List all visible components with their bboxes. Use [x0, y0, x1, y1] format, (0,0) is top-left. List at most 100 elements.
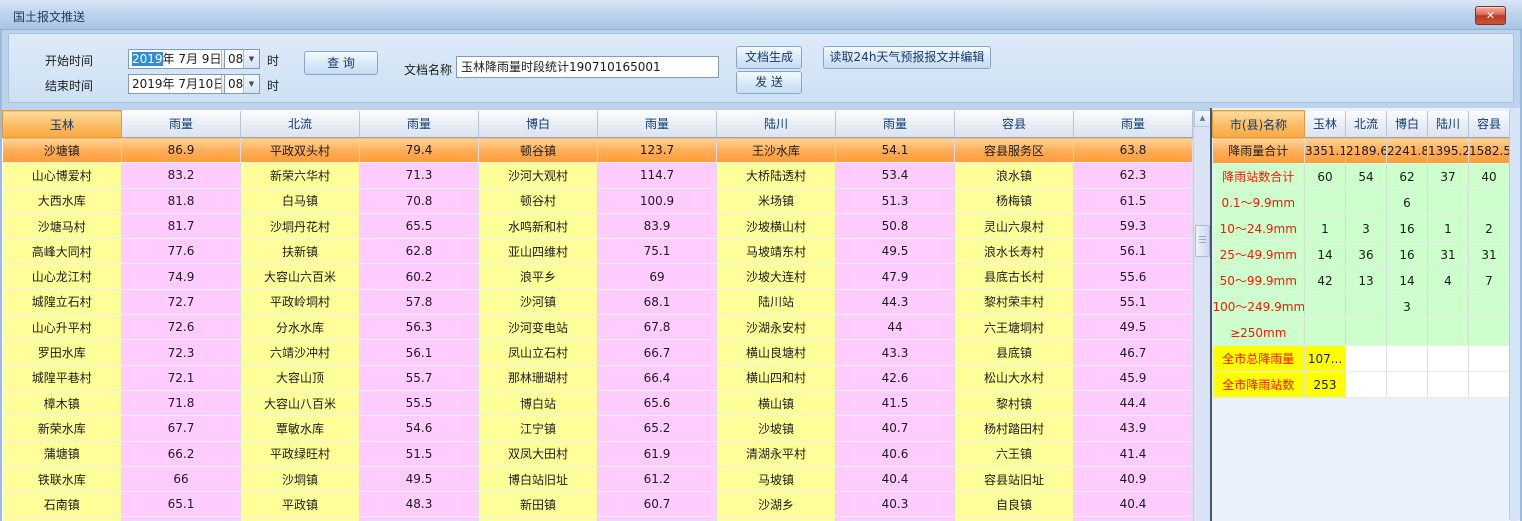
station-name-cell[interactable]: 那林珊瑚村 [479, 365, 598, 390]
rain-value-cell[interactable]: 40.4 [1074, 492, 1193, 517]
rain-value-cell[interactable]: 81.7 [122, 213, 241, 238]
station-name-cell[interactable]: 蒲塘镇 [3, 441, 122, 466]
read-forecast-button[interactable]: 读取24h天气预报报文并编辑 [823, 46, 991, 69]
station-name-cell[interactable]: 沙坡镇 [717, 416, 836, 441]
summary-value-cell[interactable]: 3 [1346, 216, 1387, 242]
summary-value-cell[interactable]: 2241.8 [1387, 138, 1428, 164]
station-name-cell[interactable]: 高峰大同村 [3, 239, 122, 264]
summary-header-1[interactable]: 玉林 [1305, 111, 1346, 138]
station-name-cell[interactable]: 顿谷镇 [479, 138, 598, 163]
rain-value-cell[interactable]: 123.7 [598, 138, 717, 163]
summary-value-cell[interactable]: 1395.2 [1428, 138, 1469, 164]
station-name-cell[interactable]: 米场镇 [717, 188, 836, 213]
rain-value-cell[interactable]: 50.8 [836, 213, 955, 238]
summary-value-cell[interactable]: 13 [1346, 268, 1387, 294]
rain-value-cell[interactable]: 43.9 [1074, 416, 1193, 441]
rain-value-cell[interactable]: 65.6 [598, 390, 717, 415]
send-button[interactable]: 发 送 [736, 71, 802, 94]
rain-value-cell[interactable]: 49.5 [360, 466, 479, 491]
summary-value-cell[interactable] [1428, 320, 1469, 346]
rain-value-cell[interactable]: 40.3 [836, 492, 955, 517]
station-name-cell[interactable]: 黎村镇 [955, 390, 1074, 415]
rain-value-cell[interactable]: 69 [598, 264, 717, 289]
summary-value-cell[interactable]: 7 [1469, 268, 1510, 294]
station-name-cell[interactable]: 沙垌丹花村 [241, 213, 360, 238]
summary-row-label[interactable]: 全市降雨站数 [1213, 372, 1305, 398]
rain-value-cell[interactable]: 40.6 [836, 441, 955, 466]
summary-value-cell[interactable] [1346, 320, 1387, 346]
station-name-cell[interactable]: 新荣水库 [3, 416, 122, 441]
rain-value-cell[interactable]: 79.4 [360, 138, 479, 163]
query-button[interactable]: 查 询 [304, 51, 378, 75]
summary-value-cell[interactable]: 107... [1305, 346, 1346, 372]
station-name-cell[interactable]: 铁联水库 [3, 466, 122, 491]
summary-value-cell[interactable] [1469, 372, 1510, 398]
rain-value-cell[interactable]: 59.3 [1074, 213, 1193, 238]
rain-value-cell[interactable]: 61.2 [598, 466, 717, 491]
table-row[interactable]: 蒲塘镇66.2平政绿旺村51.5双凤大田村61.9清湖永平村40.6六王镇41.… [3, 441, 1193, 466]
summary-row[interactable]: ≥250mm [1213, 320, 1510, 346]
station-name-cell[interactable]: 覃敏水库 [241, 416, 360, 441]
rain-value-cell[interactable]: 41.5 [836, 390, 955, 415]
station-name-cell[interactable]: 江宁镇 [479, 416, 598, 441]
station-name-cell[interactable]: 王沙水库 [717, 138, 836, 163]
station-name-cell[interactable]: 顿谷村 [479, 188, 598, 213]
station-name-cell[interactable]: 黎村荣丰村 [955, 289, 1074, 314]
rain-value-cell[interactable]: 54.1 [836, 138, 955, 163]
rain-value-cell[interactable]: 66.4 [598, 365, 717, 390]
station-name-cell[interactable]: 水鸣新和村 [479, 213, 598, 238]
generate-doc-button[interactable]: 文档生成 [736, 46, 802, 69]
summary-value-cell[interactable]: 54 [1346, 164, 1387, 190]
summary-value-cell[interactable]: 16 [1387, 242, 1428, 268]
chevron-down-icon[interactable]: ▼ [243, 50, 259, 68]
rain-value-cell[interactable]: 61.5 [1074, 188, 1193, 213]
station-name-cell[interactable]: 六王塘垌村 [955, 315, 1074, 340]
rain-value-cell[interactable]: 56.1 [1074, 239, 1193, 264]
station-name-cell[interactable]: 博白站旧址 [479, 466, 598, 491]
table-row[interactable]: 高峰大同村77.6扶新镇62.8亚山四维村75.1马坡靖东村49.5浪水长寿村5… [3, 239, 1193, 264]
summary-row[interactable]: 25～49.9mm1436163131 [1213, 242, 1510, 268]
rain-value-cell[interactable]: 71.8 [122, 390, 241, 415]
main-header-9[interactable]: 雨量 [1074, 111, 1193, 138]
summary-value-cell[interactable] [1346, 190, 1387, 216]
summary-value-cell[interactable]: 1 [1428, 216, 1469, 242]
scroll-up-icon[interactable]: ▲ [1194, 110, 1211, 127]
rain-value-cell[interactable]: 40.9 [1074, 466, 1193, 491]
rain-value-cell[interactable]: 67.7 [122, 416, 241, 441]
summary-row-label[interactable]: 全市总降雨量 [1213, 346, 1305, 372]
summary-value-cell[interactable] [1346, 372, 1387, 398]
station-name-cell[interactable]: 博白站 [479, 390, 598, 415]
station-name-cell[interactable]: 白马镇 [241, 188, 360, 213]
station-name-cell[interactable]: 山心升平村 [3, 315, 122, 340]
station-name-cell[interactable]: 六王镇 [955, 441, 1074, 466]
summary-value-cell[interactable] [1469, 320, 1510, 346]
summary-value-cell[interactable] [1305, 190, 1346, 216]
close-icon[interactable]: ✕ [1475, 6, 1506, 25]
station-name-cell[interactable]: 大桥陆透村 [717, 163, 836, 188]
summary-value-cell[interactable]: 40 [1469, 164, 1510, 190]
main-header-5[interactable]: 雨量 [598, 111, 717, 138]
summary-value-cell[interactable] [1387, 346, 1428, 372]
rain-value-cell[interactable]: 45.9 [1074, 365, 1193, 390]
end-date-combobox[interactable]: 2019年 7月10日 ▼ [128, 74, 238, 94]
station-name-cell[interactable]: 大容山六百米 [241, 264, 360, 289]
station-name-cell[interactable]: 扶新镇 [241, 239, 360, 264]
start-hour-combobox[interactable]: 08 ▼ [224, 49, 260, 69]
station-name-cell[interactable]: 横山镇 [717, 390, 836, 415]
station-name-cell[interactable]: 六靖沙冲村 [241, 340, 360, 365]
rain-value-cell[interactable]: 55.5 [360, 390, 479, 415]
station-name-cell[interactable]: 亚山四维村 [479, 239, 598, 264]
table-row[interactable]: 城隍平巷村72.1大容山顶55.7那林珊瑚村66.4横山四和村42.6松山大水村… [3, 365, 1193, 390]
summary-value-cell[interactable]: 2189.6 [1346, 138, 1387, 164]
rain-value-cell[interactable]: 75.1 [598, 239, 717, 264]
rain-value-cell[interactable]: 54.6 [360, 416, 479, 441]
summary-value-cell[interactable]: 60 [1305, 164, 1346, 190]
rain-value-cell[interactable]: 68.1 [598, 289, 717, 314]
summary-value-cell[interactable] [1469, 294, 1510, 320]
rain-value-cell[interactable]: 81.8 [122, 188, 241, 213]
summary-row-label[interactable]: 0.1～9.9mm [1213, 190, 1305, 216]
summary-value-cell[interactable]: 1 [1305, 216, 1346, 242]
table-row[interactable]: 城隍立石村72.7平政岭垌村57.8沙河镇68.1陆川站44.3黎村荣丰村55.… [3, 289, 1193, 314]
summary-row-label[interactable]: 降雨量合计 [1213, 138, 1305, 164]
station-name-cell[interactable]: 山心龙江村 [3, 264, 122, 289]
